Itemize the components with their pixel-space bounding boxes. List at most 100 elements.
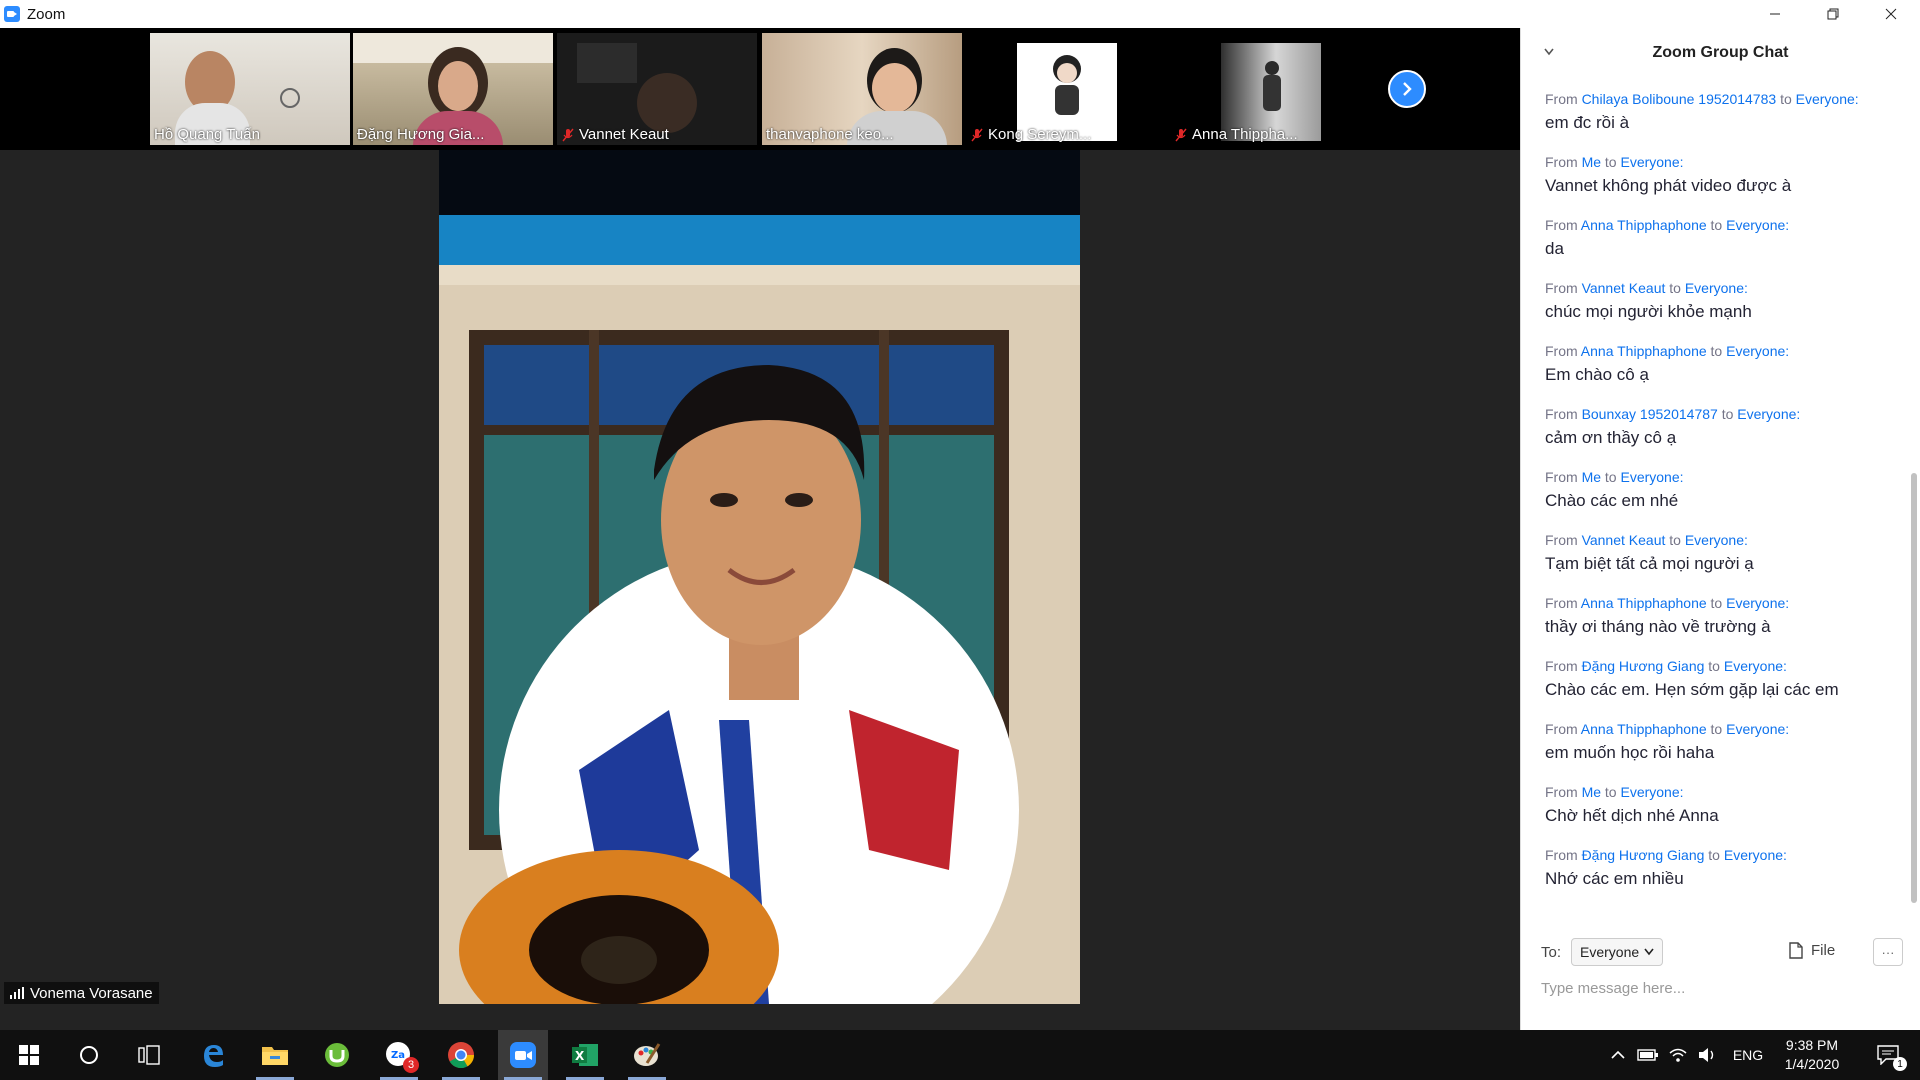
participant-thumbnail[interactable]: Vannet Keaut	[557, 33, 757, 145]
message-sender[interactable]: Me	[1582, 469, 1601, 485]
taskbar-edge[interactable]	[188, 1030, 238, 1080]
participant-name: Hồ Quang Tuấn	[154, 126, 260, 143]
message-recipient[interactable]: Everyone:	[1726, 721, 1789, 737]
message-recipient[interactable]: Everyone:	[1724, 658, 1787, 674]
zoom-icon	[510, 1042, 536, 1068]
volume-button[interactable]	[1694, 1030, 1722, 1080]
notification-count: 1	[1893, 1057, 1907, 1071]
message-sender[interactable]: Anna Thipphaphone	[1581, 595, 1707, 611]
message-text: Chào các em nhé	[1545, 491, 1679, 510]
svg-text:Za: Za	[391, 1050, 405, 1061]
message-text: em muốn học rồi haha	[1545, 743, 1715, 762]
paint-icon	[634, 1043, 661, 1066]
mic-muted-icon	[970, 128, 984, 142]
taskbar-excel[interactable]: X	[560, 1030, 610, 1080]
message-text: Nhớ các em nhiều	[1545, 869, 1684, 888]
participant-thumbnail[interactable]: thanvaphone keo...	[762, 33, 962, 145]
chat-message: From Anna Thipphaphone to Everyone: em m…	[1545, 720, 1895, 783]
taskbar-paint[interactable]	[622, 1030, 672, 1080]
message-sender[interactable]: Anna Thipphaphone	[1581, 217, 1707, 233]
taskbar-file-explorer[interactable]	[250, 1030, 300, 1080]
edge-icon	[204, 1045, 223, 1067]
message-sender[interactable]: Vannet Keaut	[1582, 532, 1666, 548]
participant-name: Vannet Keaut	[579, 126, 669, 143]
message-sender[interactable]: Bounxay 1952014787	[1582, 406, 1718, 422]
message-input[interactable]	[1541, 974, 1901, 1002]
action-center-button[interactable]: 1	[1866, 1030, 1910, 1080]
file-button[interactable]: File	[1789, 942, 1835, 959]
participant-thumbnail[interactable]: Hồ Quang Tuấn	[150, 33, 350, 145]
message-sender[interactable]: Anna Thipphaphone	[1581, 721, 1707, 737]
message-recipient[interactable]: Everyone:	[1724, 847, 1787, 863]
chevron-down-icon	[1644, 948, 1654, 956]
chat-message: From Me to Everyone: Chào các em nhé	[1545, 468, 1895, 531]
restore-button[interactable]	[1804, 0, 1862, 28]
message-sender[interactable]: Chilaya Boliboune 1952014783	[1582, 91, 1777, 107]
message-recipient[interactable]: Everyone:	[1620, 469, 1683, 485]
title-bar: Zoom	[0, 0, 1920, 28]
chat-message: From Anna Thipphaphone to Everyone: thầy…	[1545, 594, 1895, 657]
message-text: Vannet không phát video được à	[1545, 176, 1792, 195]
minimize-icon	[1770, 13, 1780, 15]
participant-thumbnail[interactable]: Anna Thippha...	[1170, 33, 1370, 145]
next-page-button[interactable]	[1388, 70, 1426, 108]
message-sender[interactable]: Me	[1582, 784, 1601, 800]
taskbar-zalo[interactable]: Za 3	[374, 1030, 424, 1080]
chat-scrollbar[interactable]	[1911, 473, 1917, 903]
taskbar-chrome[interactable]	[436, 1030, 486, 1080]
more-options-button[interactable]: ···	[1873, 938, 1903, 966]
chat-message: From Me to Everyone: Chờ hết dịch nhé An…	[1545, 783, 1895, 846]
windows-taskbar: Za 3 X ENG 9:38 PM 1/4/2020 1	[0, 1030, 1920, 1080]
collapse-chat-button[interactable]	[1543, 46, 1555, 60]
message-sender[interactable]: Anna Thipphaphone	[1581, 343, 1707, 359]
message-recipient[interactable]: Everyone:	[1726, 217, 1789, 233]
message-text: cảm ơn thầy cô ạ	[1545, 428, 1677, 447]
video-frame	[439, 150, 1080, 1004]
message-recipient[interactable]: Everyone:	[1685, 532, 1748, 548]
network-button[interactable]	[1664, 1030, 1692, 1080]
taskbar-zoom[interactable]	[498, 1030, 548, 1080]
speaker-icon	[1699, 1048, 1714, 1062]
taskbar-utorrent[interactable]	[312, 1030, 362, 1080]
window-controls	[1746, 0, 1920, 28]
clock-date: 1/4/2020	[1784, 1056, 1840, 1072]
connection-strength-icon	[10, 987, 24, 999]
close-button[interactable]	[1862, 0, 1920, 28]
speaker-name: Vonema Vorasane	[30, 984, 153, 1002]
battery-icon	[1637, 1049, 1658, 1061]
participant-thumbnail[interactable]: Kong Sereym...	[966, 33, 1166, 145]
message-recipient[interactable]: Everyone:	[1685, 280, 1748, 296]
chat-header: Zoom Group Chat	[1521, 28, 1920, 78]
clock-time: 9:38 PM	[1785, 1037, 1839, 1053]
recipient-select[interactable]: Everyone	[1571, 938, 1664, 966]
minimize-button[interactable]	[1746, 0, 1804, 28]
chevron-right-icon	[1403, 82, 1412, 96]
message-sender[interactable]: Vannet Keaut	[1582, 280, 1666, 296]
chat-message: From Me to Everyone: Vannet không phát v…	[1545, 153, 1895, 216]
participant-strip: Hồ Quang Tuấn Đặng Hương Gia... Vannet K…	[0, 28, 1520, 150]
participant-thumbnail[interactable]: Đặng Hương Gia...	[353, 33, 553, 145]
message-recipient[interactable]: Everyone:	[1620, 784, 1683, 800]
message-sender[interactable]: Me	[1582, 154, 1601, 170]
cortana-button[interactable]	[64, 1030, 114, 1080]
message-recipient[interactable]: Everyone:	[1726, 343, 1789, 359]
message-sender[interactable]: Đặng Hương Giang	[1582, 658, 1705, 674]
windows-logo-icon	[19, 1045, 39, 1065]
window-title: Zoom	[27, 5, 66, 23]
message-recipient[interactable]: Everyone:	[1620, 154, 1683, 170]
language-indicator[interactable]: ENG	[1728, 1030, 1768, 1080]
message-recipient[interactable]: Everyone:	[1796, 91, 1859, 107]
start-button[interactable]	[4, 1030, 54, 1080]
message-recipient[interactable]: Everyone:	[1726, 595, 1789, 611]
show-hidden-icons-button[interactable]	[1604, 1030, 1632, 1080]
message-recipient[interactable]: Everyone:	[1737, 406, 1800, 422]
battery-button[interactable]	[1634, 1030, 1662, 1080]
task-view-button[interactable]	[124, 1030, 174, 1080]
chat-message: From Vannet Keaut to Everyone: Tạm biệt …	[1545, 531, 1895, 594]
mic-muted-icon	[1174, 128, 1188, 142]
chevron-down-icon	[1544, 48, 1554, 56]
message-sender[interactable]: Đặng Hương Giang	[1582, 847, 1705, 863]
message-text: Em chào cô ạ	[1545, 365, 1649, 384]
mic-muted-icon	[561, 128, 575, 142]
system-clock[interactable]: 9:38 PM 1/4/2020	[1772, 1036, 1852, 1074]
